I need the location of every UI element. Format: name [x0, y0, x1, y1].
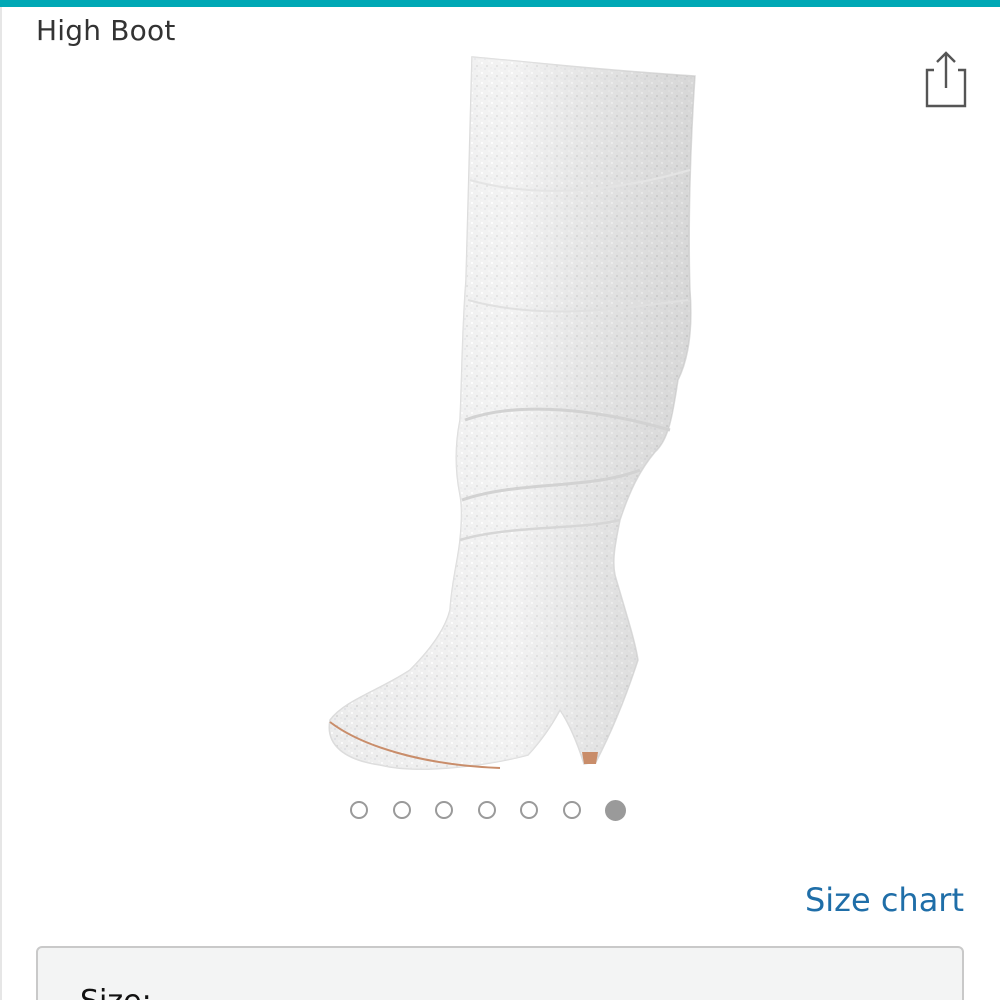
left-edge: [0, 7, 2, 1000]
share-button[interactable]: [918, 48, 974, 114]
image-carousel-dots: [350, 797, 650, 823]
share-icon: [925, 51, 967, 108]
carousel-dot[interactable]: [392, 801, 411, 819]
product-title: High Boot: [36, 14, 176, 47]
boot-icon: [328, 56, 696, 770]
size-label: Size:: [80, 982, 152, 1000]
carousel-dot[interactable]: [520, 801, 538, 819]
size-chart-link[interactable]: Size chart: [805, 880, 964, 920]
product-page: High Boot Size chart: [0, 0, 1000, 1000]
product-image[interactable]: [300, 50, 720, 780]
carousel-dot[interactable]: [477, 801, 496, 819]
carousel-dot[interactable]: [562, 801, 581, 819]
carousel-dot-active[interactable]: [605, 799, 626, 821]
carousel-dot[interactable]: [350, 801, 368, 819]
carousel-dot[interactable]: [435, 801, 453, 819]
size-selector[interactable]: Size:: [36, 946, 964, 1000]
top-accent-bar: [0, 0, 1000, 7]
